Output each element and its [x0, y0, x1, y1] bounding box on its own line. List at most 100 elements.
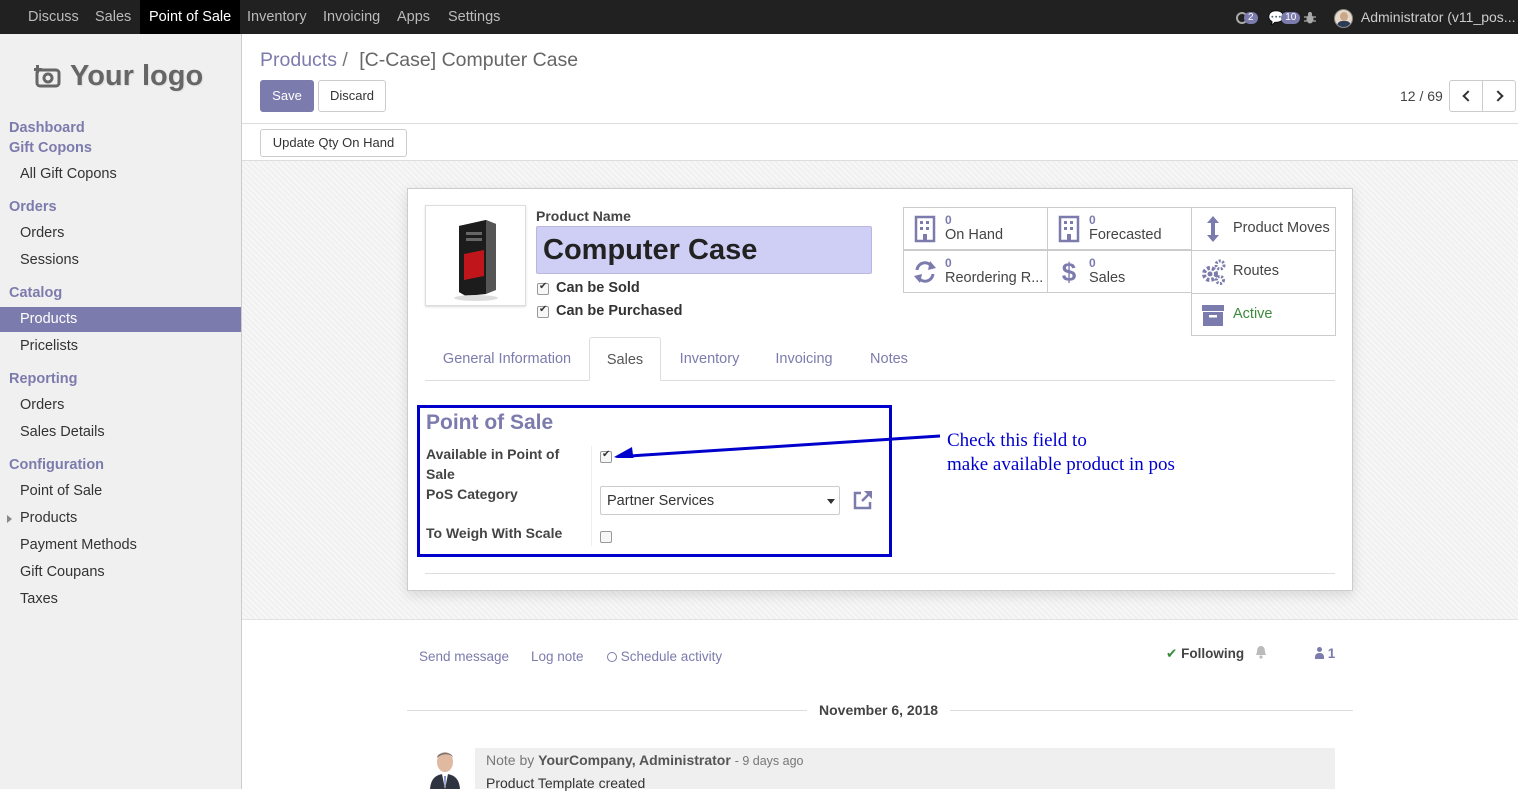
external-link-icon[interactable]	[852, 489, 874, 511]
archive-icon	[1202, 305, 1224, 326]
on-hand-value: 0	[945, 213, 952, 227]
sidebar-item-taxes[interactable]: Taxes	[0, 587, 241, 612]
sidebar-item-config-pos[interactable]: Point of Sale	[0, 479, 241, 504]
sidebar-item-label: Products	[20, 510, 78, 526]
weigh-with-scale-checkbox[interactable]	[600, 531, 612, 543]
top-navbar: Discuss Sales Point of Sale Inventory In…	[0, 0, 1518, 34]
activities-button[interactable]: 2	[1236, 0, 1258, 34]
active-toggle-button[interactable]: Active	[1191, 293, 1336, 336]
tab-general-information[interactable]: General Information	[425, 337, 589, 381]
sidebar-item-products[interactable]: Products	[0, 307, 241, 332]
date-separator: November 6, 2018	[807, 702, 951, 718]
tab-invoicing[interactable]: Invoicing	[758, 337, 850, 381]
caret-down-icon	[827, 499, 835, 504]
sidebar-item-pricelists[interactable]: Pricelists	[0, 334, 241, 359]
sidebar-item-gift-coupans[interactable]: Gift Coupans	[0, 560, 241, 585]
menu-settings[interactable]: Settings	[439, 0, 509, 34]
followers-button[interactable]: 1	[1315, 646, 1335, 661]
on-hand-smart-button[interactable]: 0 On Hand	[903, 207, 1048, 250]
message-author[interactable]: YourCompany, Administrator	[538, 752, 731, 768]
sidebar-section-orders[interactable]: Orders	[9, 199, 57, 215]
followers-count: 1	[1327, 646, 1336, 661]
check-icon: ✔	[1166, 646, 1178, 661]
forecasted-smart-button[interactable]: 0 Forecasted	[1047, 207, 1192, 250]
product-name-input[interactable]: Computer Case	[536, 226, 872, 274]
sidebar-section-reporting[interactable]: Reporting	[9, 371, 77, 387]
message-author-avatar[interactable]	[427, 748, 463, 789]
can-be-sold-checkbox[interactable]	[537, 281, 549, 295]
sidebar-section-gift-copons[interactable]: Gift Copons	[9, 140, 92, 156]
sidebar-item-sales-details[interactable]: Sales Details	[0, 420, 241, 445]
reordering-smart-button[interactable]: 0 Reordering R...	[903, 250, 1048, 293]
sidebar-section-dashboard[interactable]: Dashboard	[9, 120, 85, 136]
label-column-divider	[591, 446, 592, 546]
sidebar-item-report-orders[interactable]: Orders	[0, 393, 241, 418]
forecasted-value: 0	[1089, 213, 1096, 227]
caret-right-icon	[7, 515, 12, 523]
chevron-left-icon	[1461, 90, 1474, 102]
product-image[interactable]	[425, 205, 526, 306]
routes-smart-button[interactable]: Routes	[1191, 250, 1336, 294]
clock-icon	[607, 652, 617, 662]
sales-value: 0	[1089, 256, 1096, 270]
sales-smart-button[interactable]: $ 0 Sales	[1047, 250, 1192, 293]
tab-notes[interactable]: Notes	[854, 337, 924, 381]
messages-badge: 10	[1281, 12, 1301, 25]
pos-category-value: Partner Services	[607, 493, 715, 509]
sidebar-item-orders[interactable]: Orders	[0, 221, 241, 246]
available-in-pos-label-line2: Sale	[426, 466, 455, 482]
annotation-line2: make available product in pos	[947, 454, 1175, 475]
update-qty-button[interactable]: Update Qty On Hand	[260, 129, 407, 157]
company-logo[interactable]: Your logo	[32, 58, 222, 102]
message-bubble: Note by YourCompany, Administrator - 9 d…	[475, 748, 1335, 791]
menu-discuss[interactable]: Discuss	[19, 0, 88, 34]
pager-previous-button[interactable]	[1449, 80, 1483, 112]
following-button[interactable]: ✔ Following	[1166, 646, 1244, 662]
product-moves-label: Product Moves	[1233, 220, 1330, 236]
bell-icon[interactable]	[1255, 645, 1267, 659]
pager-next-button[interactable]	[1482, 80, 1516, 112]
tab-inventory[interactable]: Inventory	[665, 337, 754, 381]
annotation-line1: Check this field to	[947, 430, 1087, 451]
messages-button[interactable]: 💬10	[1268, 0, 1301, 34]
product-moves-smart-button[interactable]: Product Moves	[1191, 207, 1336, 251]
form-statusbar: Update Qty On Hand	[242, 124, 1518, 161]
forecasted-label: Forecasted	[1089, 227, 1162, 243]
avatar	[1334, 8, 1353, 28]
reordering-value: 0	[945, 256, 952, 270]
sidebar-item-sessions[interactable]: Sessions	[0, 248, 241, 273]
breadcrumb-current: [C-Case] Computer Case	[359, 49, 579, 71]
menu-inventory[interactable]: Inventory	[238, 0, 316, 34]
following-label: Following	[1181, 646, 1245, 661]
message-time: - 9 days ago	[734, 754, 804, 768]
sidebar-item-payment-methods[interactable]: Payment Methods	[0, 533, 241, 558]
menu-sales[interactable]: Sales	[86, 0, 140, 34]
message-note-prefix: Note by	[486, 752, 535, 768]
breadcrumb-products-link[interactable]: Products	[260, 49, 337, 71]
pos-category-select[interactable]: Partner Services	[600, 486, 840, 515]
log-note-button[interactable]: Log note	[531, 649, 584, 664]
sidebar: Your logo Dashboard Gift Copons All Gift…	[0, 34, 242, 789]
save-button[interactable]: Save	[260, 80, 314, 112]
user-menu[interactable]: Administrator (v11_pos...	[1334, 0, 1515, 34]
menu-invoicing[interactable]: Invoicing	[314, 0, 389, 34]
discard-button[interactable]: Discard	[318, 80, 386, 112]
annotation-text: Check this field to make available produ…	[947, 429, 1175, 477]
can-be-sold-label: Can be Sold	[556, 280, 640, 296]
pager-value[interactable]: 12 / 69	[1400, 88, 1443, 104]
available-in-pos-label-line1: Available in Point of	[426, 446, 560, 462]
sidebar-section-configuration[interactable]: Configuration	[9, 457, 104, 473]
send-message-button[interactable]: Send message	[419, 649, 509, 664]
active-label: Active	[1233, 306, 1273, 322]
bug-icon[interactable]	[1303, 0, 1317, 34]
schedule-activity-button[interactable]: Schedule activity	[607, 649, 722, 664]
menu-apps[interactable]: Apps	[388, 0, 439, 34]
can-be-purchased-checkbox[interactable]	[537, 304, 549, 318]
sidebar-item-all-gift-copons[interactable]: All Gift Copons	[0, 162, 241, 187]
reordering-label: Reordering R...	[945, 270, 1044, 286]
sidebar-section-catalog[interactable]: Catalog	[9, 285, 62, 301]
annotation-arrow	[614, 434, 941, 458]
sidebar-item-config-products[interactable]: Products	[0, 506, 241, 531]
menu-point-of-sale[interactable]: Point of Sale	[140, 0, 241, 34]
tab-sales[interactable]: Sales	[589, 337, 661, 381]
